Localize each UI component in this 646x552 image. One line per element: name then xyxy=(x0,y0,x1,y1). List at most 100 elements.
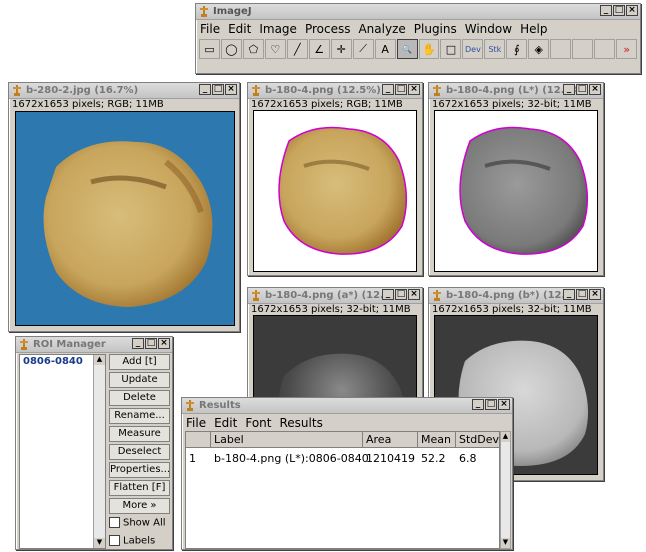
results-titlebar[interactable]: Results _ □ × xyxy=(182,398,512,414)
table-row[interactable]: 1 b-180-4.png (L*):0806-0840 1210419 52.2 6.… xyxy=(186,451,499,466)
checkbox-icon[interactable] xyxy=(109,535,120,546)
scroll-down-icon[interactable]: ▼ xyxy=(94,538,105,548)
table-cell: b-180-4.png (L*):0806-0840 xyxy=(214,452,369,465)
show-all-checkbox[interactable]: Show All xyxy=(109,517,166,529)
image-window-titlebar[interactable]: b-180-4.png (a*) (12.5 _ □ × xyxy=(248,288,422,304)
roi-button-flatten-f[interactable]: Flatten [F] xyxy=(109,480,170,496)
image-canvas[interactable] xyxy=(15,111,235,326)
maximize-icon[interactable]: □ xyxy=(576,84,588,95)
maximize-icon[interactable]: □ xyxy=(613,5,625,16)
minimize-icon[interactable]: _ xyxy=(600,5,612,16)
labels-checkbox[interactable]: Labels xyxy=(109,535,155,547)
empty-slot-1[interactable] xyxy=(550,39,572,59)
minimize-icon[interactable]: _ xyxy=(382,289,394,300)
imagej-window-icon xyxy=(186,399,194,411)
menu-file[interactable]: File xyxy=(196,22,224,36)
empty-slot-3[interactable] xyxy=(594,39,616,59)
hand-tool-icon[interactable]: ✋ xyxy=(418,39,440,59)
line-tool-icon[interactable]: ╱ xyxy=(286,39,308,59)
wand-tool-icon[interactable]: ⟋ xyxy=(352,39,374,59)
roi-list[interactable]: 0806-0840 ▲ ▼ xyxy=(19,354,106,549)
roi-manager-titlebar[interactable]: ROI Manager _ □ × xyxy=(16,337,172,353)
close-icon[interactable]: × xyxy=(626,5,638,16)
stk-tool-icon[interactable]: Stk xyxy=(484,39,506,59)
scroll-up-icon[interactable]: ▲ xyxy=(501,432,510,442)
maximize-icon[interactable]: □ xyxy=(145,338,157,349)
maximize-icon[interactable]: □ xyxy=(576,289,588,300)
results-menu-file[interactable]: File xyxy=(182,416,210,430)
menu-image[interactable]: Image xyxy=(255,22,301,36)
close-icon[interactable]: × xyxy=(408,289,420,300)
magnifier-tool-icon[interactable]: 🔍 xyxy=(396,39,418,59)
point-tool-icon[interactable]: ✛ xyxy=(330,39,352,59)
results-column-header[interactable]: Label xyxy=(211,432,363,447)
minimize-icon[interactable]: _ xyxy=(472,399,484,410)
results-column-header[interactable]: Area xyxy=(363,432,418,447)
roi-button-measure[interactable]: Measure xyxy=(109,426,170,442)
rectangle-tool-icon[interactable]: ▭ xyxy=(199,39,220,59)
menu-edit[interactable]: Edit xyxy=(224,22,255,36)
maximize-icon[interactable]: □ xyxy=(212,84,224,95)
results-menu-results[interactable]: Results xyxy=(275,416,326,430)
minimize-icon[interactable]: _ xyxy=(382,84,394,95)
minimize-icon[interactable]: _ xyxy=(199,84,211,95)
scroll-down-icon[interactable]: ▼ xyxy=(501,538,510,548)
results-scrollbar[interactable]: ▲ ▼ xyxy=(500,431,511,549)
close-icon[interactable]: × xyxy=(589,289,601,300)
close-icon[interactable]: × xyxy=(225,84,237,95)
image-window-titlebar[interactable]: b-280-2.jpg (16.7%) _ □ × xyxy=(9,83,239,99)
close-icon[interactable]: × xyxy=(498,399,510,410)
image-window-titlebar[interactable]: b-180-4.png (b*) (12.5 _ □ × xyxy=(429,288,603,304)
text-tool-icon[interactable]: A xyxy=(374,39,396,59)
roi-button-deselect[interactable]: Deselect xyxy=(109,444,170,460)
imagej-titlebar[interactable]: ImageJ _ □ × xyxy=(196,4,640,20)
results-column-header[interactable]: StdDev xyxy=(456,432,499,447)
empty-slot-2[interactable] xyxy=(572,39,594,59)
menu-plugins[interactable]: Plugins xyxy=(410,22,461,36)
menu-help[interactable]: Help xyxy=(516,22,551,36)
image-window-titlebar[interactable]: b-180-4.png (L*) (12.5%) _ □ × xyxy=(429,83,603,99)
show-all-label: Show All xyxy=(123,517,166,529)
maximize-icon[interactable]: □ xyxy=(395,289,407,300)
maximize-icon[interactable]: □ xyxy=(395,84,407,95)
freehand-tool-icon[interactable]: ♡ xyxy=(264,39,286,59)
dev-tool-icon[interactable]: Dev xyxy=(462,39,484,59)
brush-tool-icon[interactable]: ∮ xyxy=(506,39,528,59)
roi-button-update[interactable]: Update xyxy=(109,372,170,388)
results-table[interactable]: Label Area Mean StdDev 1 b-180-4.png (L*):08… xyxy=(185,431,500,549)
close-icon[interactable]: × xyxy=(158,338,170,349)
menu-window[interactable]: Window xyxy=(461,22,516,36)
menu-analyze[interactable]: Analyze xyxy=(354,22,409,36)
results-column-header[interactable] xyxy=(186,432,211,447)
menu-process[interactable]: Process xyxy=(301,22,355,36)
flood-fill-tool-icon[interactable]: ◈ xyxy=(528,39,550,59)
roi-button-more[interactable]: More » xyxy=(109,498,170,514)
minimize-icon[interactable]: _ xyxy=(563,289,575,300)
roi-button-rename[interactable]: Rename... xyxy=(109,408,170,424)
roi-list-item[interactable]: 0806-0840 xyxy=(20,355,93,369)
scroll-up-icon[interactable]: ▲ xyxy=(94,355,105,365)
image-window-b-280-2: b-280-2.jpg (16.7%) _ □ × 1672x1653 pixe… xyxy=(8,82,240,332)
roi-button-delete[interactable]: Delete xyxy=(109,390,170,406)
roi-button-properties[interactable]: Properties... xyxy=(109,462,170,478)
maximize-icon[interactable]: □ xyxy=(485,399,497,410)
results-menu-edit[interactable]: Edit xyxy=(210,416,241,430)
roi-button-add-t[interactable]: Add [t] xyxy=(109,354,170,370)
minimize-icon[interactable]: _ xyxy=(132,338,144,349)
image-window-titlebar[interactable]: b-180-4.png (12.5%) _ □ × xyxy=(248,83,422,99)
close-icon[interactable]: × xyxy=(589,84,601,95)
image-canvas[interactable] xyxy=(434,110,598,272)
results-menu-font[interactable]: Font xyxy=(241,416,275,430)
close-icon[interactable]: × xyxy=(408,84,420,95)
more-tools-icon[interactable]: » xyxy=(616,39,638,59)
minimize-icon[interactable]: _ xyxy=(563,84,575,95)
image-canvas[interactable] xyxy=(253,110,417,272)
checkbox-icon[interactable] xyxy=(109,517,120,528)
color-picker-tool-icon[interactable]: □ xyxy=(440,39,462,59)
results-window: Results _ □ × File Edit Font Results Label A… xyxy=(181,397,513,550)
roi-list-scrollbar[interactable]: ▲ ▼ xyxy=(93,355,105,548)
results-column-header[interactable]: Mean xyxy=(418,432,456,447)
angle-tool-icon[interactable]: ∠ xyxy=(308,39,330,59)
oval-tool-icon[interactable]: ◯ xyxy=(220,39,242,59)
polygon-tool-icon[interactable]: ⬠ xyxy=(242,39,264,59)
